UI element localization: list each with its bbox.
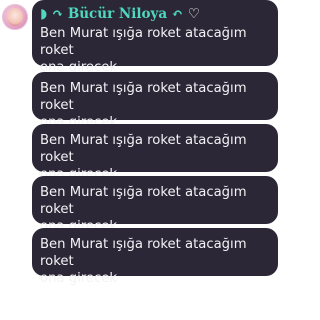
username-decoration-left: ◗ ↷ [40,6,68,22]
message-text: Ben Murat ışığa roket atacağım roket ona… [40,237,247,286]
message-header: ◗ ↷ Bücür Niloya ↶ ♡ [40,6,200,22]
message-text: Ben Murat ışığa roket atacağım roket ona… [40,26,247,75]
message-bubble[interactable]: Ben Murat ışığa roket atacağım roket ona… [32,72,278,130]
message-bubble[interactable]: Ben Murat ışığa roket atacağım roket ona… [32,176,278,234]
message-bubble[interactable]: Ben Murat ışığa roket atacağım roket ona… [32,124,278,182]
heart-icon: ♡ [187,6,200,22]
message-bubble[interactable]: Ben Murat ışığa roket atacağım roket ona… [32,228,278,286]
avatar-image [7,8,23,26]
username-decoration-right: ↶ [167,6,188,22]
sender-username[interactable]: Bücür Niloya [68,6,167,22]
sender-avatar[interactable] [2,4,28,30]
message-bubble[interactable]: ◗ ↷ Bücür Niloya ↶ ♡ Ben Murat ışığa rok… [32,0,278,75]
